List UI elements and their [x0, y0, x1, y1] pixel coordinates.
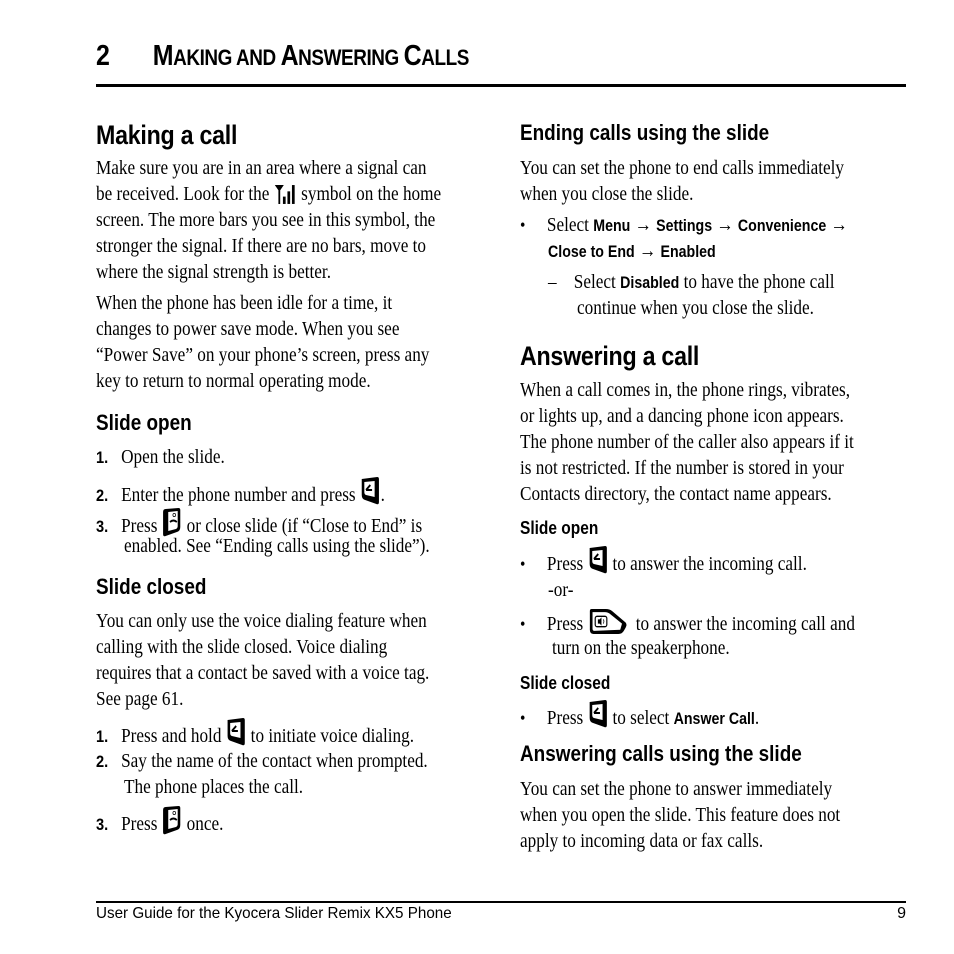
list-item: 3. Press once. — [96, 805, 223, 838]
send-key-icon — [226, 717, 247, 747]
or-separator: -or- — [548, 579, 574, 601]
paragraph-line: You can set the phone to end calls immed… — [520, 157, 845, 179]
paragraph-line: stronger the signal. If there are no bar… — [96, 235, 427, 257]
page-footer: User Guide for the Kyocera Slider Remix … — [96, 905, 906, 925]
paragraph-line: where the signal strength is better. — [96, 261, 332, 283]
list-item: • Select Menu → Settings → Convenience → — [520, 214, 848, 236]
sub-list-item: – Select Disabled to have the phone call — [548, 271, 835, 293]
paragraph-line: Contacts directory, the contact name app… — [520, 483, 832, 505]
paragraph-line: You can only use the voice dialing featu… — [96, 610, 427, 632]
subsection-heading-answering-slide: Answering calls using the slide — [520, 741, 802, 766]
subsection-heading-slide-closed: Slide closed — [96, 574, 207, 599]
end-key-icon — [162, 805, 183, 835]
send-key-icon — [588, 545, 609, 575]
section-heading-answering-a-call: Answering a call — [520, 341, 700, 371]
sub-list-item-continuation: continue when you close the slide. — [577, 297, 814, 319]
list-item: • Press to select Answer Call. — [520, 699, 759, 732]
minor-heading-slide-open: Slide open — [520, 518, 599, 538]
page-number: 9 — [897, 905, 906, 922]
list-item: 2. Enter the phone number and press . — [96, 476, 385, 509]
list-item: • Press to answer the incoming call. — [520, 545, 807, 577]
send-key-icon — [360, 476, 381, 506]
footer-rule — [96, 901, 906, 903]
list-item: • Press to answer the incoming call and — [520, 608, 855, 637]
paragraph-line: Make sure you are in an area where a sig… — [96, 157, 427, 179]
paragraph-line: changes to power save mode. When you see — [96, 318, 400, 340]
chapter-number: 2 — [96, 40, 110, 72]
paragraph-line: when you open the slide. This feature do… — [520, 804, 841, 826]
paragraph-line: When the phone has been idle for a time,… — [96, 292, 393, 314]
list-item-continuation: Close to End → Enabled — [548, 240, 716, 262]
header-rule — [96, 84, 906, 87]
paragraph-line: when you close the slide. — [520, 183, 694, 205]
signal-strength-icon — [274, 184, 297, 205]
menu-path-item: Convenience — [737, 217, 827, 235]
paragraph-line: See page 61. — [96, 688, 184, 710]
minor-heading-slide-closed: Slide closed — [520, 673, 611, 693]
list-item: 2. Say the name of the contact when prom… — [96, 750, 428, 772]
send-key-icon — [588, 699, 609, 729]
speakerphone-key-icon — [588, 608, 628, 635]
paragraph-line: key to return to normal operating mode. — [96, 370, 371, 392]
paragraph-line: is not restricted. If the number is stor… — [520, 457, 844, 479]
subsection-heading-slide-open: Slide open — [96, 410, 192, 435]
paragraph-line: The phone number of the caller also appe… — [520, 431, 854, 453]
menu-path-item: Menu — [593, 217, 631, 235]
list-item: 1. Open the slide. — [96, 446, 225, 468]
paragraph-line: You can set the phone to answer immediat… — [520, 778, 833, 800]
paragraph-line: requires that a contact be saved with a … — [96, 662, 430, 684]
paragraph-line: When a call comes in, the phone rings, v… — [520, 379, 851, 401]
menu-path-item: Close to End — [548, 243, 635, 261]
footer-title: User Guide for the Kyocera Slider Remix … — [96, 905, 452, 922]
section-heading-making-a-call: Making a call — [96, 120, 238, 150]
paragraph-line: screen. The more bars you see in this sy… — [96, 209, 436, 231]
list-item: 1. Press and hold to initiate voice dial… — [96, 717, 414, 750]
paragraph-line: apply to incoming data or fax calls. — [520, 830, 764, 852]
chapter-title: 2 MAKING AND ANSWERING CALLS — [96, 40, 469, 72]
paragraph-line: calling with the slide closed. Voice dia… — [96, 636, 388, 658]
subsection-heading-ending-calls: Ending calls using the slide — [520, 120, 770, 145]
menu-path-item: Settings — [656, 217, 713, 235]
list-item-continuation: enabled. See “Ending calls using the sli… — [124, 535, 430, 557]
list-item-continuation: The phone places the call. — [124, 776, 304, 798]
paragraph-line: be received. Look for the symbol on the … — [96, 183, 442, 205]
list-item-continuation: turn on the speakerphone. — [552, 637, 730, 659]
menu-path-item: Enabled — [660, 243, 716, 261]
paragraph-line: “Power Save” on your phone’s screen, pre… — [96, 344, 430, 366]
paragraph-line: or lights up, and a dancing phone icon a… — [520, 405, 844, 427]
